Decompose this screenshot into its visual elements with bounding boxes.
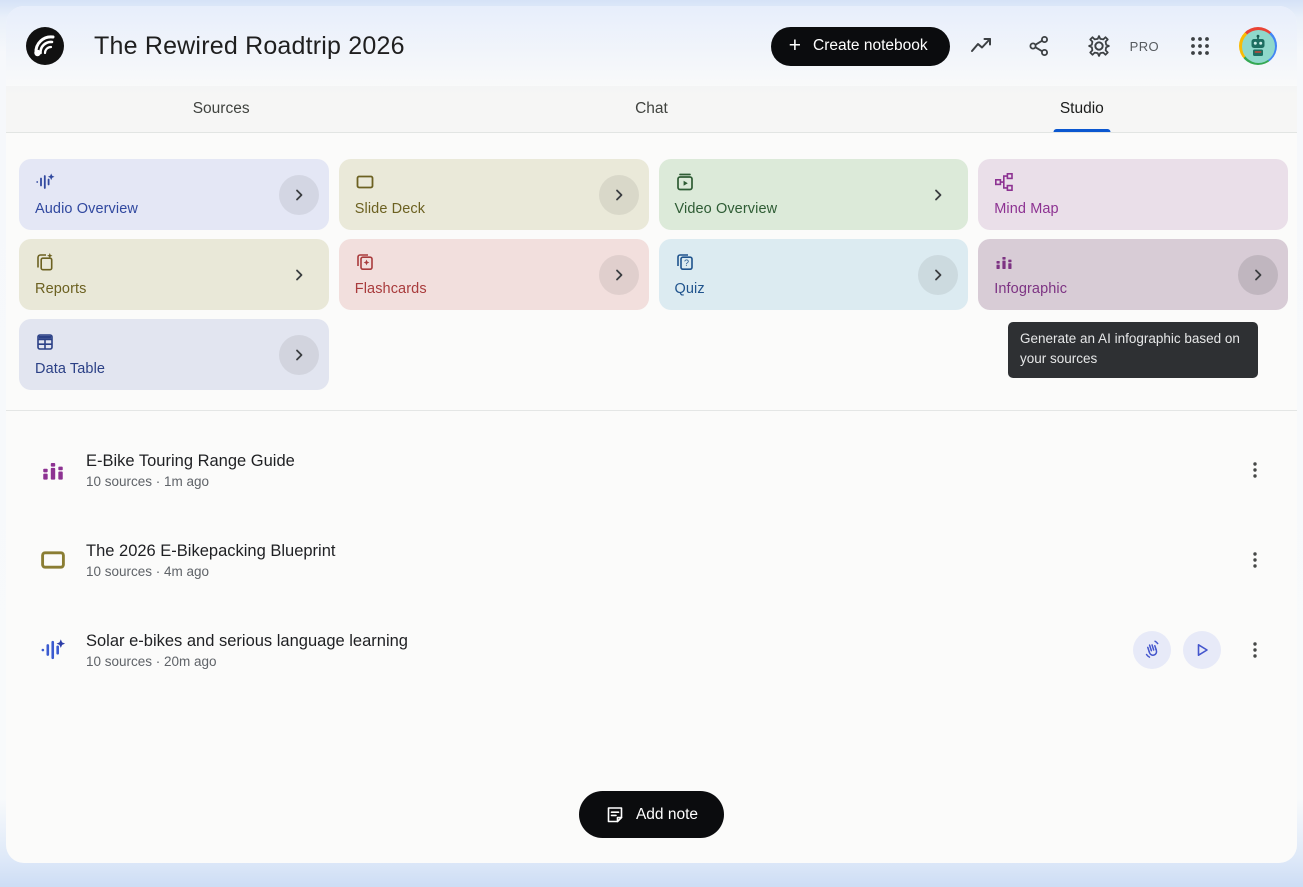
quiz-icon: ? [675,252,695,272]
header-actions: + Create notebook [771,27,1297,66]
chevron-right-button[interactable] [599,175,639,215]
slide-deck-icon [355,172,375,192]
card-label: Video Overview [675,201,919,217]
infographic-icon [40,457,66,483]
tab-studio-label: Studio [1060,100,1104,118]
audio-waveform-icon [35,172,55,192]
card-label: Infographic [994,281,1238,297]
analytics-trending-icon[interactable] [966,31,996,61]
artifact-meta: 10 sources · 4m ago [86,564,335,579]
artifact-row-audio-overview[interactable]: Solar e-bikes and serious language learn… [6,605,1297,695]
infographic-tooltip: Generate an AI infographic based on your… [1008,322,1258,378]
more-options-kebab-icon[interactable] [1241,542,1269,578]
card-infographic[interactable]: Infographic [978,239,1288,310]
settings-gear-icon[interactable] [1084,31,1114,61]
app-header: The Rewired Roadtrip 2026 + Create noteb… [6,6,1297,86]
tab-chat[interactable]: Chat [436,86,866,132]
more-options-kebab-icon[interactable] [1241,452,1269,488]
card-audio-overview[interactable]: Audio Overview [19,159,329,230]
add-note-container: Add note [6,791,1297,838]
artifact-meta: 10 sources · 1m ago [86,474,295,489]
tab-sources[interactable]: Sources [6,86,436,132]
notebooklm-logo-icon[interactable] [26,27,64,65]
card-video-overview[interactable]: Video Overview [659,159,969,230]
chevron-right-button[interactable] [599,255,639,295]
chevron-right-button[interactable] [918,255,958,295]
artifact-row-infographic[interactable]: E-Bike Touring Range Guide 10 sources · … [6,425,1297,515]
card-slide-deck[interactable]: Slide Deck [339,159,649,230]
card-reports[interactable]: Reports [19,239,329,310]
card-label: Slide Deck [355,201,599,217]
artifact-title: E-Bike Touring Range Guide [86,452,295,471]
tab-sources-label: Sources [193,100,250,118]
tab-chat-label: Chat [635,100,668,118]
avatar[interactable] [1239,27,1277,65]
notebook-title[interactable]: The Rewired Roadtrip 2026 [94,32,405,61]
card-label: Reports [35,281,279,297]
infographic-icon [994,252,1014,272]
play-icon [1193,641,1211,659]
share-icon[interactable] [1024,31,1054,61]
audio-waveform-icon [40,637,66,663]
waving-hand-icon [1142,640,1162,660]
main-tabbar: Sources Chat Studio [6,86,1297,133]
plus-icon: + [789,35,801,56]
play-button[interactable] [1183,631,1221,669]
studio-artifact-list: E-Bike Touring Range Guide 10 sources · … [6,425,1297,695]
create-notebook-button[interactable]: + Create notebook [771,27,950,66]
slide-deck-icon [40,547,66,573]
card-label: Quiz [675,281,919,297]
chevron-right-button[interactable] [918,175,958,215]
card-label: Data Table [35,361,279,377]
pro-badge: PRO [1130,39,1159,54]
mind-map-icon [994,172,1014,192]
create-notebook-label: Create notebook [813,37,928,55]
chevron-right-button[interactable] [279,255,319,295]
card-mind-map[interactable]: Mind Map [978,159,1288,230]
chevron-right-button[interactable] [1238,255,1278,295]
notebooklm-app: The Rewired Roadtrip 2026 + Create noteb… [6,6,1297,863]
card-flashcards[interactable]: Flashcards [339,239,649,310]
card-data-table[interactable]: Data Table [19,319,329,390]
card-quiz[interactable]: ? Quiz [659,239,969,310]
svg-text:?: ? [683,258,688,268]
active-tab-underline [1053,129,1110,132]
card-label: Flashcards [355,281,599,297]
tab-studio[interactable]: Studio [867,86,1297,132]
interactive-mode-button[interactable] [1133,631,1171,669]
chevron-right-button[interactable] [279,335,319,375]
card-label: Mind Map [994,201,1238,217]
add-note-label: Add note [636,806,698,824]
flashcards-icon [355,252,375,272]
chevron-right-button[interactable] [279,175,319,215]
artifact-meta: 10 sources · 20m ago [86,654,408,669]
artifact-title: Solar e-bikes and serious language learn… [86,632,408,651]
data-table-icon [35,332,55,352]
add-note-button[interactable]: Add note [579,791,724,838]
card-label: Audio Overview [35,201,279,217]
more-options-kebab-icon[interactable] [1241,632,1269,668]
video-overview-icon [675,172,695,192]
reports-icon [35,252,55,272]
artifact-title: The 2026 E-Bikepacking Blueprint [86,542,335,561]
section-divider [6,410,1297,411]
apps-grid-icon[interactable] [1185,31,1215,61]
avatar-robot-image [1242,30,1275,63]
artifact-row-slide-deck[interactable]: The 2026 E-Bikepacking Blueprint 10 sour… [6,515,1297,605]
note-icon [605,805,625,825]
